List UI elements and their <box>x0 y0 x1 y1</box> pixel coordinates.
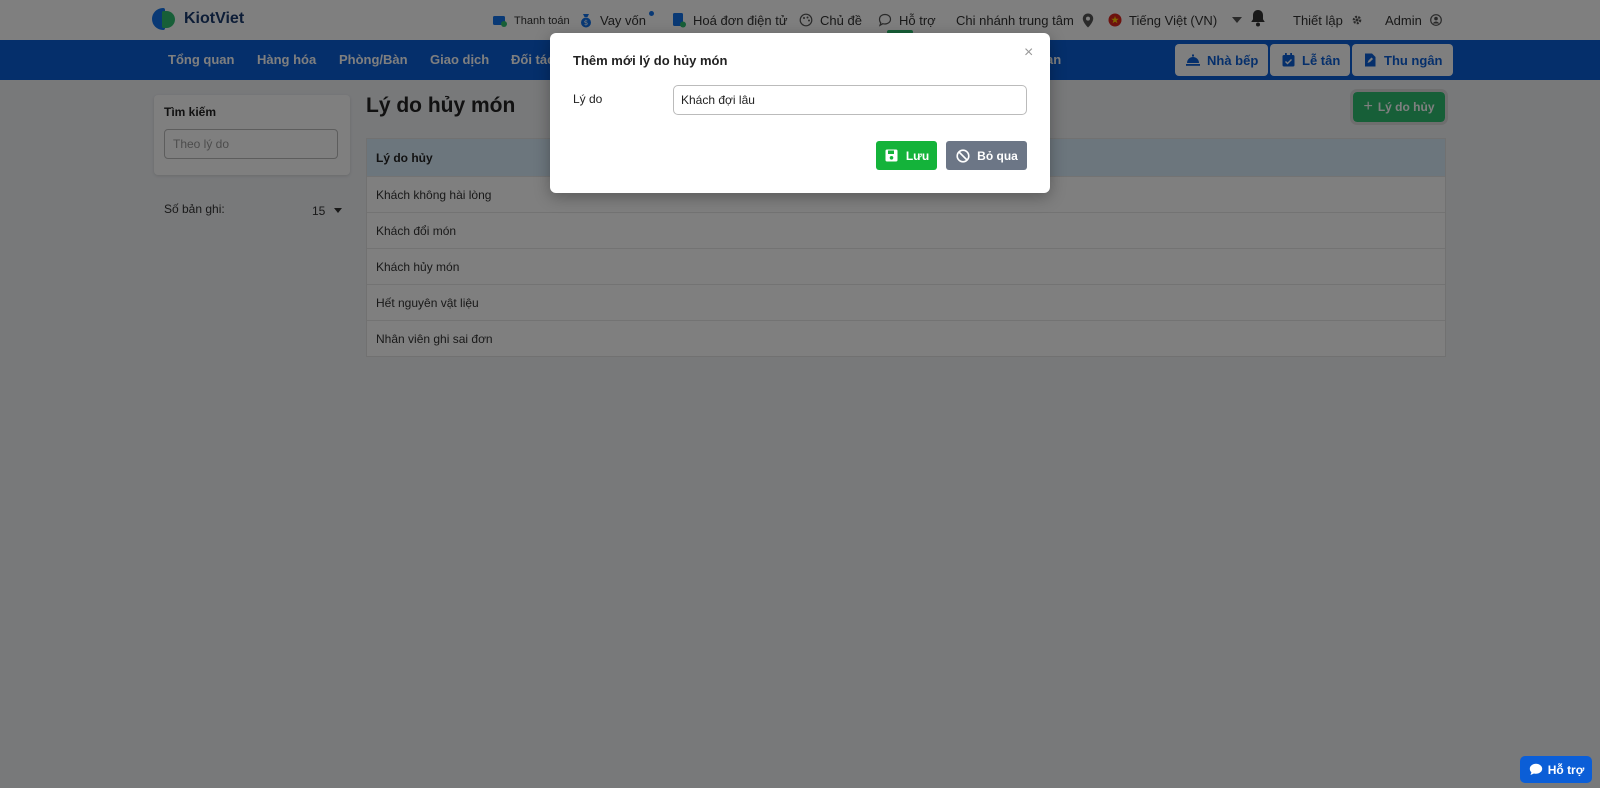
save-label: Lưu <box>905 148 930 163</box>
close-icon[interactable]: × <box>1024 44 1033 62</box>
skip-button[interactable]: Bỏ qua <box>946 141 1027 170</box>
floating-support-label: Hỗ trợ <box>1547 762 1585 777</box>
chat-bubble-icon <box>1528 762 1544 778</box>
ban-icon <box>955 148 971 164</box>
floating-support-button[interactable]: Hỗ trợ <box>1520 756 1592 783</box>
reason-input[interactable] <box>673 85 1027 115</box>
floppy-disk-icon <box>884 148 900 164</box>
reason-field-label: Lý do <box>573 92 603 106</box>
dialog-title: Thêm mới lý do hủy món <box>573 53 728 68</box>
add-reason-dialog: Thêm mới lý do hủy món × Lý do Lưu Bỏ qu… <box>550 33 1050 193</box>
save-button[interactable]: Lưu <box>876 141 937 170</box>
skip-label: Bỏ qua <box>977 148 1018 163</box>
